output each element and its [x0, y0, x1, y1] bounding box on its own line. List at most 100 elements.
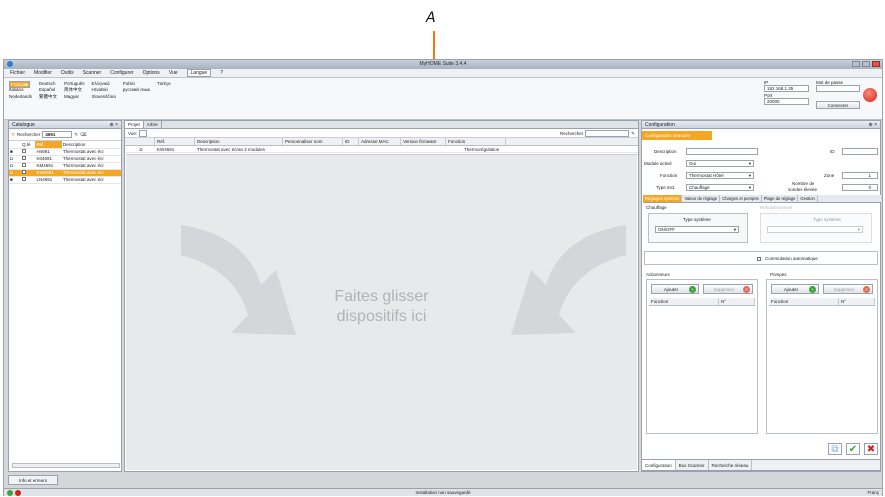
col-function[interactable]: Fonction: [446, 138, 506, 145]
close-icon[interactable]: [872, 61, 880, 67]
function-select[interactable]: Thermostat Hôtel: [686, 172, 754, 179]
lang-option[interactable]: Ελληνικά: [92, 81, 116, 86]
tab-loads-pumps[interactable]: Charges et pompes: [720, 195, 762, 202]
ip-field[interactable]: 192.168.1.35: [764, 85, 809, 92]
maximize-icon[interactable]: [862, 61, 870, 67]
menu-scanner[interactable]: Scanner: [83, 70, 102, 76]
col-mac[interactable]: Adresse MAC: [359, 138, 401, 145]
view-select[interactable]: [139, 129, 148, 137]
lang-option[interactable]: Polski: [123, 81, 150, 86]
tab-system-settings[interactable]: Réglages système: [643, 195, 683, 202]
menu-fichier[interactable]: Fichier: [10, 70, 25, 76]
cancel-icon[interactable]: ✖: [864, 443, 878, 455]
system-type-select[interactable]: ON/OFF: [655, 226, 739, 233]
port-field[interactable]: 20000: [764, 98, 809, 105]
lang-option[interactable]: 简体中文: [64, 87, 85, 93]
menu-modifier[interactable]: Modifier: [34, 70, 52, 76]
lang-option-selected[interactable]: Français: [9, 81, 31, 88]
pin-icon[interactable]: ⊕ ×: [869, 121, 878, 129]
lang-option[interactable]: Hrvatski: [92, 87, 116, 93]
system-type-label-2: Type système: [813, 217, 841, 222]
qty-checkbox[interactable]: [22, 170, 26, 174]
col-custom-name[interactable]: Personnaliser nom: [283, 138, 343, 145]
table-row[interactable]: ■ H4691 Thermostat avec écr: [9, 148, 121, 156]
col-ref[interactable]: Réf.: [35, 141, 62, 149]
project-search-input[interactable]: [585, 130, 630, 137]
description-field[interactable]: [686, 148, 758, 155]
tab-bus-scanner[interactable]: Bus Scanner: [676, 460, 709, 470]
col-qty[interactable]: Q.té: [21, 141, 36, 149]
col-firmware[interactable]: Version firmware: [401, 138, 446, 145]
tools-icon[interactable]: ⚒: [11, 132, 15, 138]
col-number[interactable]: N°: [839, 298, 875, 305]
lang-option[interactable]: Slovenščina: [92, 94, 116, 100]
lang-option[interactable]: Español: [39, 87, 57, 93]
col-fonction[interactable]: Fonction: [769, 298, 839, 305]
info-errors-tab[interactable]: Info et erreurs: [8, 475, 58, 485]
pin-icon[interactable]: ⊕ ×: [110, 121, 119, 129]
project-grid-header: Réf. Description Personnaliser nom ID Ad…: [125, 138, 638, 146]
tab-projet[interactable]: Projet: [125, 121, 144, 128]
minimize-icon[interactable]: [852, 61, 860, 67]
tab-advanced-config[interactable]: Configuration avancée: [642, 131, 712, 140]
col-fonction[interactable]: Fonction: [649, 298, 719, 305]
lang-option: [123, 94, 150, 100]
confirm-icon[interactable]: ✔: [846, 443, 860, 455]
menu-vue[interactable]: Vue: [169, 70, 178, 76]
lang-option[interactable]: Magyar: [64, 94, 85, 100]
table-row[interactable]: ◘ K04691 Thermostat avec écr: [9, 155, 121, 163]
lang-option[interactable]: русский язык: [123, 87, 150, 93]
probes-stepper[interactable]: 0: [842, 184, 878, 191]
type-select[interactable]: Chauffage: [686, 184, 754, 191]
menu-configurer[interactable]: Configurer: [110, 70, 133, 76]
menu-options[interactable]: Options: [143, 70, 160, 76]
col-description[interactable]: Description: [195, 138, 283, 145]
remove-icon: ×: [743, 286, 750, 293]
col-ref[interactable]: Réf.: [155, 138, 195, 145]
zone-stepper[interactable]: 1: [842, 172, 878, 179]
menu-langue[interactable]: Langue: [186, 69, 212, 77]
qty-checkbox[interactable]: [22, 149, 26, 153]
table-row[interactable]: ■ LN4691 Thermostat avec écr: [9, 176, 121, 184]
col-id[interactable]: ID: [343, 138, 359, 145]
tab-arbre[interactable]: Arbre: [144, 121, 162, 128]
module-select[interactable]: Oui: [686, 160, 754, 167]
lang-option[interactable]: Deutsch: [39, 81, 57, 86]
copy-icon[interactable]: ⧉: [828, 443, 842, 455]
table-row-selected[interactable]: ◘ KW4691 Thermostat avec écr: [9, 169, 121, 177]
connect-button[interactable]: Connecter: [816, 101, 860, 109]
tab-management[interactable]: Gestion: [798, 195, 818, 202]
col-description[interactable]: Description: [61, 141, 121, 149]
qty-checkbox[interactable]: [22, 156, 26, 160]
drop-zone[interactable]: Faites glisser dispositifs ici: [126, 154, 637, 470]
password-field[interactable]: [816, 85, 860, 92]
id-field[interactable]: [842, 148, 878, 155]
table-row[interactable]: ◘ KM4691 Thermostat avec écr: [9, 162, 121, 170]
lang-option[interactable]: 繁體中文: [39, 94, 57, 100]
clear-icon[interactable]: ⌫: [80, 132, 86, 138]
qty-checkbox[interactable]: [22, 177, 26, 181]
qty-checkbox[interactable]: [22, 163, 26, 167]
add-actuator-button[interactable]: Ajouter +: [651, 284, 699, 294]
lang-option[interactable]: Português: [64, 81, 85, 86]
catalog-search-input[interactable]: 4691: [42, 131, 73, 138]
add-pump-button[interactable]: Ajouter +: [771, 284, 819, 294]
search-tools-icon[interactable]: ✎: [631, 131, 635, 137]
lang-option[interactable]: Nederlands: [9, 94, 32, 100]
remove-pump-button[interactable]: Supprimer ×: [823, 284, 873, 294]
remove-actuator-button[interactable]: Supprimer ×: [703, 284, 753, 294]
id-label: ID: [830, 149, 835, 154]
table-row[interactable]: ◘ KW4691 Thermostat avec écran 2 modules…: [125, 146, 638, 153]
menu-outils[interactable]: Outils: [61, 70, 74, 76]
catalog-scrollbar[interactable]: [12, 463, 120, 468]
row-desc: Thermostat avec écr: [61, 176, 121, 184]
tab-configuration[interactable]: Configuration: [642, 460, 676, 470]
tab-network-search[interactable]: Recherche réseau: [709, 460, 753, 470]
tab-range[interactable]: Plage de réglage: [762, 195, 799, 202]
auto-switch-checkbox[interactable]: [757, 257, 761, 261]
edit-icon[interactable]: ✎: [74, 132, 78, 138]
menu-help[interactable]: ?: [220, 70, 223, 76]
lang-option[interactable]: Türkçe: [157, 81, 171, 86]
col-number[interactable]: N°: [719, 298, 755, 305]
tab-setpoint[interactable]: Valeur de réglage: [682, 195, 721, 202]
